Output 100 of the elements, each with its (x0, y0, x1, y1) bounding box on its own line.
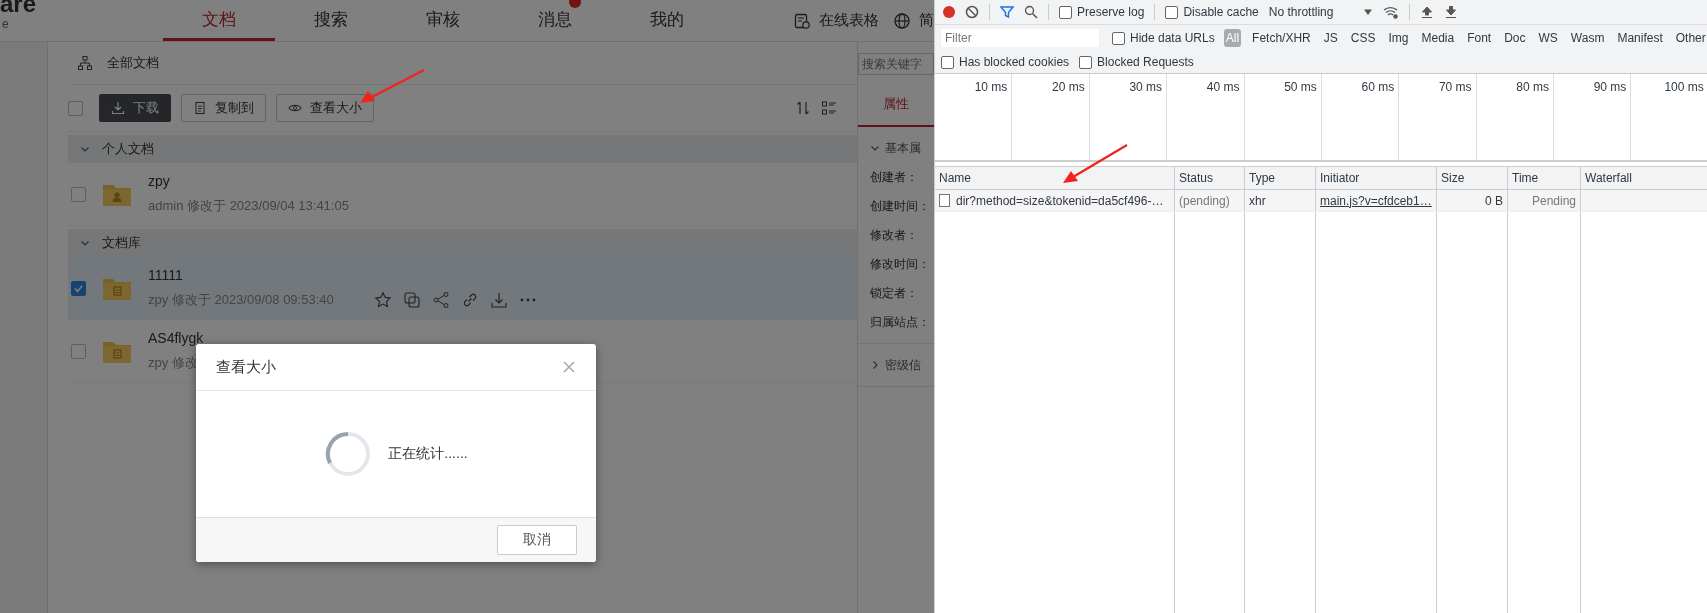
file-name[interactable]: zpy (148, 173, 349, 189)
loading-spinner (324, 430, 373, 478)
timeline-tick: 10 ms (974, 80, 1008, 94)
initiator-link[interactable]: main.js?v=cfdceb1… (1320, 193, 1432, 208)
file-meta: zpy 修改 (148, 354, 198, 372)
type-filter-button[interactable]: CSS (1348, 29, 1378, 47)
timeline-tick: 20 ms (1052, 80, 1085, 94)
checkbox-label: Has blocked cookies (959, 55, 1070, 69)
document-icon (193, 101, 207, 115)
table-cell: Pending (1531, 193, 1576, 208)
timeline-tick: 80 ms (1516, 80, 1549, 94)
type-filter-button[interactable]: WS (1536, 29, 1560, 47)
list-view-icon[interactable] (821, 100, 837, 116)
sort-icon[interactable] (795, 100, 811, 116)
share-icon[interactable] (431, 291, 450, 309)
column-header[interactable]: Type (1249, 171, 1275, 185)
property-label: 创建者： (870, 169, 919, 186)
type-filter-button[interactable]: Media (1419, 29, 1457, 47)
file-row[interactable]: 11111 zpy 修改于 2023/09/08 09:53:40 (68, 257, 857, 320)
select-all-checkbox[interactable] (68, 100, 83, 116)
nav-tab[interactable]: 搜索 (275, 0, 387, 41)
chevron-icon[interactable] (870, 360, 880, 370)
close-icon[interactable] (562, 360, 576, 374)
column-header[interactable]: Waterfall (1585, 171, 1632, 185)
preserve-log-checkbox[interactable] (1059, 5, 1072, 19)
column-header[interactable]: Time (1512, 171, 1539, 185)
hierarchy-icon (77, 55, 93, 71)
toolbar-button[interactable]: 下载 (99, 94, 171, 122)
file-icon (939, 194, 950, 207)
type-filter-button[interactable]: Wasm (1568, 29, 1607, 47)
toolbar-button[interactable]: 查看大小 (276, 94, 374, 122)
nav-tab[interactable]: 消息 (499, 0, 611, 41)
property-label: 修改时间： (870, 256, 931, 273)
column-header[interactable]: Size (1441, 171, 1465, 185)
download-icon[interactable] (489, 291, 508, 309)
type-filter-button[interactable]: Img (1386, 29, 1411, 47)
search-icon[interactable] (1024, 5, 1038, 19)
type-filter-button[interactable]: Fetch/XHR (1250, 29, 1313, 47)
chevron-icon[interactable] (870, 143, 880, 153)
column-header[interactable]: Name (939, 171, 971, 185)
search-field[interactable]: 搜索关键字 (858, 53, 934, 75)
group-title: 文档库 (102, 234, 141, 252)
property-label: 锁定者： (870, 285, 919, 302)
breadcrumb-link[interactable]: 全部文档 (107, 54, 159, 72)
type-filter-button[interactable]: Font (1465, 29, 1494, 47)
timeline-tick: 50 ms (1284, 80, 1317, 94)
table-cell: 0 B (1485, 193, 1503, 208)
throttling-dropdown[interactable]: No throttling (1268, 5, 1334, 19)
timeline-tick: 30 ms (1129, 80, 1163, 94)
type-filter-button[interactable]: Other (1673, 29, 1707, 47)
table-cell: xhr (1249, 193, 1266, 208)
group-title: 个人文档 (102, 140, 154, 158)
record-button[interactable] (943, 6, 955, 18)
file-row[interactable]: zpy admin 修改于 2023/09/04 13:41:05 (68, 163, 857, 226)
request-name[interactable]: dir?method=size&tokenid=da5cf496-… (956, 193, 1164, 208)
caret-icon[interactable] (1363, 7, 1374, 17)
globe-icon[interactable] (893, 11, 911, 30)
clear-icon[interactable] (965, 5, 979, 19)
column-header[interactable]: Status (1179, 171, 1214, 185)
top-link[interactable]: 简 (919, 11, 934, 30)
cancel-button[interactable]: 取消 (497, 525, 577, 555)
timeline-tick: 60 ms (1361, 80, 1395, 94)
group-header[interactable]: 文档库 (68, 229, 857, 257)
file-name[interactable]: AS4flygk (148, 330, 204, 346)
nav-tab[interactable]: 我的 (611, 0, 723, 41)
spreadsheet-icon[interactable] (793, 11, 811, 30)
section-title: 基本属 (885, 139, 921, 157)
file-meta: admin 修改于 2023/09/04 13:41:05 (148, 197, 349, 215)
group-header[interactable]: 个人文档 (68, 135, 857, 163)
network-conditions-icon[interactable] (1383, 4, 1400, 20)
download-icon[interactable] (1444, 5, 1459, 19)
file-meta: zpy 修改于 2023/09/08 09:53:40 (148, 291, 334, 309)
filter-icon[interactable] (1000, 5, 1014, 19)
checkbox-label: Preserve log (1077, 5, 1145, 19)
blocked-cookies-checkbox[interactable] (941, 55, 954, 69)
file-name[interactable]: 11111 (148, 267, 537, 283)
column-header[interactable]: Initiator (1320, 171, 1360, 185)
nav-tab[interactable]: 审核 (387, 0, 499, 41)
logo-subtitle: e (1, 18, 10, 30)
timeline-tick: 100 ms (1664, 80, 1704, 94)
property-label: 归属站点： (870, 314, 931, 331)
type-filter-button[interactable]: Doc (1502, 29, 1528, 47)
upload-icon[interactable] (1420, 5, 1435, 19)
row-checkbox[interactable] (71, 280, 86, 296)
copy-icon[interactable] (402, 291, 421, 309)
row-checkbox[interactable] (71, 343, 86, 359)
disable-cache-checkbox[interactable] (1165, 5, 1179, 19)
row-checkbox[interactable] (71, 186, 86, 202)
dialog-message: 正在统计...... (388, 445, 468, 463)
timeline-tick: 40 ms (1206, 80, 1240, 94)
logo-text: are (0, 0, 38, 16)
type-filter-button[interactable]: Manifest (1615, 29, 1665, 47)
top-link[interactable]: 在线表格 (819, 11, 879, 30)
type-filter-button[interactable]: JS (1321, 29, 1340, 47)
toolbar-button[interactable]: 复制到 (181, 94, 266, 122)
star-icon[interactable] (373, 291, 392, 309)
hide-data-urls-checkbox[interactable] (1112, 31, 1125, 45)
dialog-title: 查看大小 (216, 357, 276, 377)
filter-field[interactable]: Filter (941, 29, 1099, 47)
blocked-requests-checkbox[interactable] (1079, 55, 1093, 69)
